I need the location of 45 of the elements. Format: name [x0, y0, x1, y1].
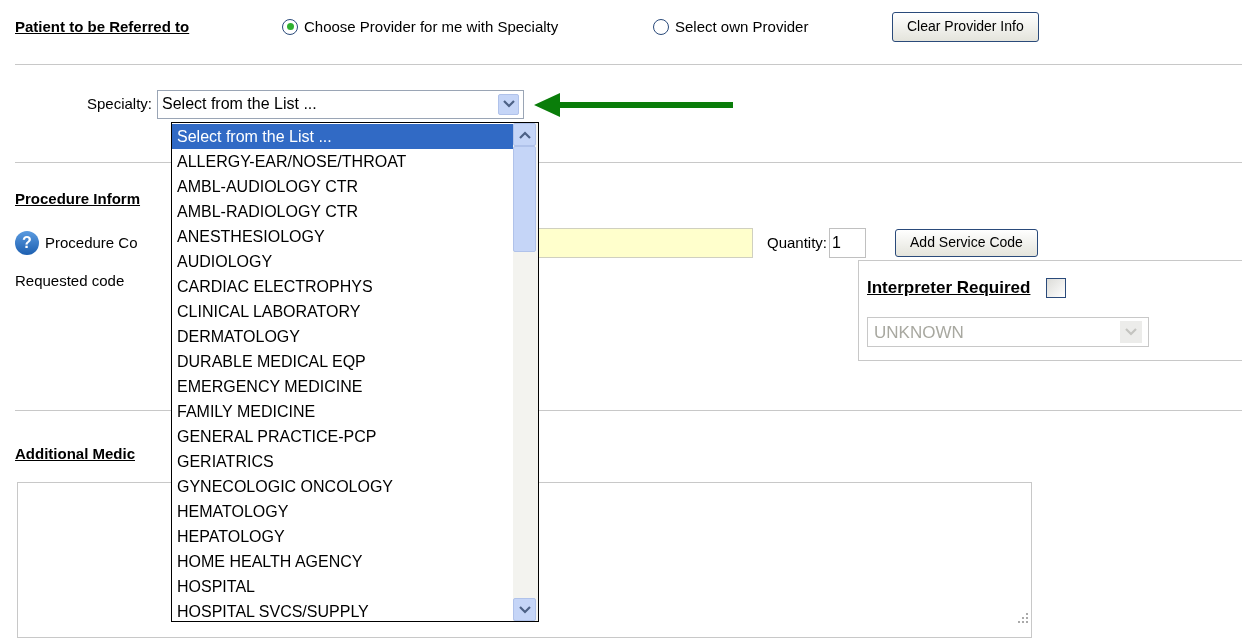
- dropdown-option[interactable]: GYNECOLOGIC ONCOLOGY: [172, 474, 513, 499]
- dropdown-option[interactable]: ALLERGY-EAR/NOSE/THROAT: [172, 149, 513, 174]
- dropdown-option[interactable]: CLINICAL LABORATORY: [172, 299, 513, 324]
- dropdown-option[interactable]: HOSPITAL: [172, 574, 513, 599]
- dropdown-option[interactable]: AMBL-AUDIOLOGY CTR: [172, 174, 513, 199]
- chevron-down-icon: [1120, 321, 1142, 344]
- dropdown-option[interactable]: FAMILY MEDICINE: [172, 399, 513, 424]
- dropdown-option[interactable]: AUDIOLOGY: [172, 249, 513, 274]
- dropdown-option[interactable]: AMBL-RADIOLOGY CTR: [172, 199, 513, 224]
- section-heading: Procedure Inform: [15, 189, 141, 207]
- dropdown-option[interactable]: GENERAL PRACTICE-PCP: [172, 424, 513, 449]
- dropdown-option[interactable]: HOME HEALTH AGENCY: [172, 549, 513, 574]
- clear-provider-button[interactable]: Clear Provider Info: [892, 11, 1039, 42]
- scrollbar-thumb[interactable]: [513, 146, 536, 252]
- radio-label: Select own Provider: [675, 16, 809, 37]
- dropdown-option[interactable]: EMERGENCY MEDICINE: [172, 374, 513, 399]
- dropdown-option[interactable]: GERIATRICS: [172, 449, 513, 474]
- dropdown-option[interactable]: HEPATOLOGY: [172, 524, 513, 549]
- section-heading: Interpreter Required: [867, 276, 1031, 299]
- help-icon[interactable]: ?: [15, 230, 39, 255]
- dropdown-option[interactable]: CARDIAC ELECTROPHYS: [172, 274, 513, 299]
- section-heading: Patient to be Referred to: [15, 17, 190, 35]
- radio-button[interactable]: [282, 18, 298, 35]
- add-service-code-button[interactable]: Add Service Code: [895, 228, 1038, 257]
- radio-label: Choose Provider for me with Specialty: [304, 16, 559, 37]
- dropdown-option[interactable]: HOSPITAL SVCS/SUPPLY: [172, 599, 513, 624]
- resize-grip-icon: [1018, 612, 1028, 623]
- field-label: Quantity:: [767, 232, 828, 253]
- arrow-icon: [534, 92, 733, 117]
- dropdown-option[interactable]: ANESTHESIOLOGY: [172, 224, 513, 249]
- dropdown-option[interactable]: HEMATOLOGY: [172, 499, 513, 524]
- radio-button[interactable]: [653, 18, 669, 35]
- dropdown-option[interactable]: DERMATOLOGY: [172, 324, 513, 349]
- dropdown-option[interactable]: DURABLE MEDICAL EQP: [172, 349, 513, 374]
- field-label: Procedure Co: [45, 232, 138, 253]
- chevron-down-icon: [498, 93, 519, 115]
- field-label: Requested code: [15, 271, 125, 289]
- dropdown-option[interactable]: Select from the List ...: [172, 124, 513, 149]
- quantity-field[interactable]: 1: [829, 227, 867, 258]
- specialty-dropdown[interactable]: Select from the List ...: [157, 89, 524, 119]
- chevron-up-icon[interactable]: [513, 123, 536, 146]
- section-heading: Additional Medic: [15, 444, 135, 462]
- chevron-down-icon[interactable]: [513, 598, 536, 621]
- field-label: Specialty:: [86, 93, 152, 114]
- scrollbar[interactable]: [513, 123, 538, 621]
